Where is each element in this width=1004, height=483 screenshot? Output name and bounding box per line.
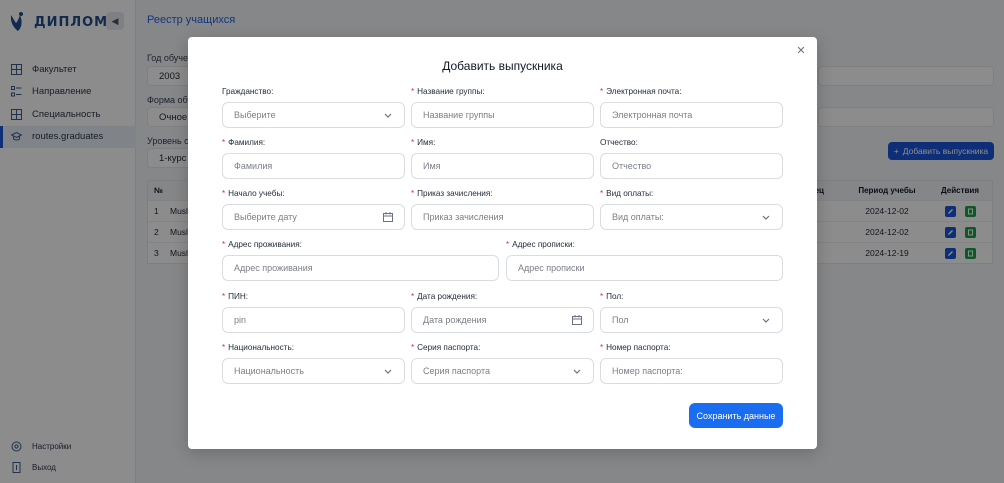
nationality-label: * Национальность:	[222, 343, 294, 352]
nationality-select[interactable]: Национальность	[222, 358, 405, 384]
citizenship-placeholder: Выберите	[234, 110, 276, 120]
gender-placeholder: Пол	[612, 315, 629, 325]
passport-series-placeholder: Серия паспорта	[423, 366, 491, 376]
study-start-placeholder: Выберите дату	[234, 212, 297, 222]
calendar-icon	[571, 315, 582, 326]
study-start-field: * Начало учебы: Выберите дату	[222, 189, 405, 230]
payment-type-field: * Вид оплаты: Вид оплаты:	[600, 189, 783, 230]
patronymic-placeholder: Отчество	[612, 161, 652, 171]
citizenship-label: Гражданство:	[222, 87, 274, 96]
nationality-placeholder: Национальность	[234, 366, 304, 376]
group-label: * Название группы:	[411, 87, 485, 96]
email-placeholder: Электронная почта	[612, 110, 693, 120]
close-icon[interactable]: ✕	[795, 45, 807, 57]
firstname-placeholder: Имя	[423, 161, 441, 171]
pin-label: * ПИН:	[222, 292, 249, 301]
registration-label: * Адрес прописки:	[506, 240, 575, 249]
patronymic-input[interactable]: Отчество	[600, 153, 783, 179]
enroll-order-field: * Приказ зачисления: Приказ зачисления	[411, 189, 594, 230]
passport-number-input[interactable]: Номер паспорта:	[600, 358, 783, 384]
patronymic-label: Отчество:	[600, 138, 638, 147]
payment-type-select[interactable]: Вид оплаты:	[600, 204, 783, 230]
group-placeholder: Название группы	[423, 110, 495, 120]
payment-type-label: * Вид оплаты:	[600, 189, 654, 198]
lastname-label: * Фамилия:	[222, 138, 266, 147]
email-label: * Электронная почта:	[600, 87, 682, 96]
group-field: * Название группы: Название группы	[411, 87, 594, 128]
enroll-order-label: * Приказ зачисления:	[411, 189, 493, 198]
enroll-order-placeholder: Приказ зачисления	[423, 212, 504, 222]
enroll-order-input[interactable]: Приказ зачисления	[411, 204, 594, 230]
residence-label: * Адрес проживания:	[222, 240, 302, 249]
registration-field: * Адрес прописки: Адрес прописки	[506, 240, 783, 281]
lastname-field: * Фамилия: Фамилия	[222, 138, 405, 179]
lastname-placeholder: Фамилия	[234, 161, 273, 171]
pin-field: * ПИН: pin	[222, 292, 405, 333]
residence-placeholder: Адрес проживания	[234, 263, 313, 273]
pin-placeholder: pin	[234, 315, 247, 325]
email-input[interactable]: Электронная почта	[600, 102, 783, 128]
firstname-field: * Имя: Имя	[411, 138, 594, 179]
chevron-down-icon	[760, 212, 771, 223]
firstname-input[interactable]: Имя	[411, 153, 594, 179]
patronymic-field: Отчество: Отчество	[600, 138, 783, 179]
citizenship-field: Гражданство: Выберите	[222, 87, 405, 128]
study-start-label: * Начало учебы:	[222, 189, 285, 198]
citizenship-select[interactable]: Выберите	[222, 102, 405, 128]
chevron-down-icon	[760, 315, 771, 326]
passport-number-field: * Номер паспорта: Номер паспорта:	[600, 343, 783, 384]
email-field: * Электронная почта: Электронная почта	[600, 87, 783, 128]
registration-input[interactable]: Адрес прописки	[506, 255, 783, 281]
birthdate-datepicker[interactable]: Дата рождения	[411, 307, 594, 333]
chevron-down-icon	[571, 366, 582, 377]
passport-series-field: * Серия паспорта: Серия паспорта	[411, 343, 594, 384]
payment-type-placeholder: Вид оплаты:	[612, 212, 664, 222]
passport-number-label: * Номер паспорта:	[600, 343, 671, 352]
pin-input[interactable]: pin	[222, 307, 405, 333]
passport-series-select[interactable]: Серия паспорта	[411, 358, 594, 384]
birthdate-label: * Дата рождения:	[411, 292, 478, 301]
gender-select[interactable]: Пол	[600, 307, 783, 333]
calendar-icon	[382, 212, 393, 223]
lastname-input[interactable]: Фамилия	[222, 153, 405, 179]
residence-field: * Адрес проживания: Адрес проживания	[222, 240, 499, 281]
firstname-label: * Имя:	[411, 138, 436, 147]
study-start-datepicker[interactable]: Выберите дату	[222, 204, 405, 230]
chevron-down-icon	[382, 366, 393, 377]
passport-series-label: * Серия паспорта:	[411, 343, 481, 352]
save-button[interactable]: Сохранить данные	[689, 403, 783, 428]
nationality-field: * Национальность: Национальность	[222, 343, 405, 384]
add-graduate-modal: Добавить выпускника ✕ Гражданство: Выбер…	[188, 37, 817, 449]
gender-label: * Пол:	[600, 292, 624, 301]
birthdate-field: * Дата рождения: Дата рождения	[411, 292, 594, 333]
group-input[interactable]: Название группы	[411, 102, 594, 128]
birthdate-placeholder: Дата рождения	[423, 315, 487, 325]
chevron-down-icon	[382, 110, 393, 121]
gender-field: * Пол: Пол	[600, 292, 783, 333]
residence-input[interactable]: Адрес проживания	[222, 255, 499, 281]
passport-number-placeholder: Номер паспорта:	[612, 366, 683, 376]
registration-placeholder: Адрес прописки	[518, 263, 585, 273]
modal-title: Добавить выпускника	[442, 59, 563, 73]
